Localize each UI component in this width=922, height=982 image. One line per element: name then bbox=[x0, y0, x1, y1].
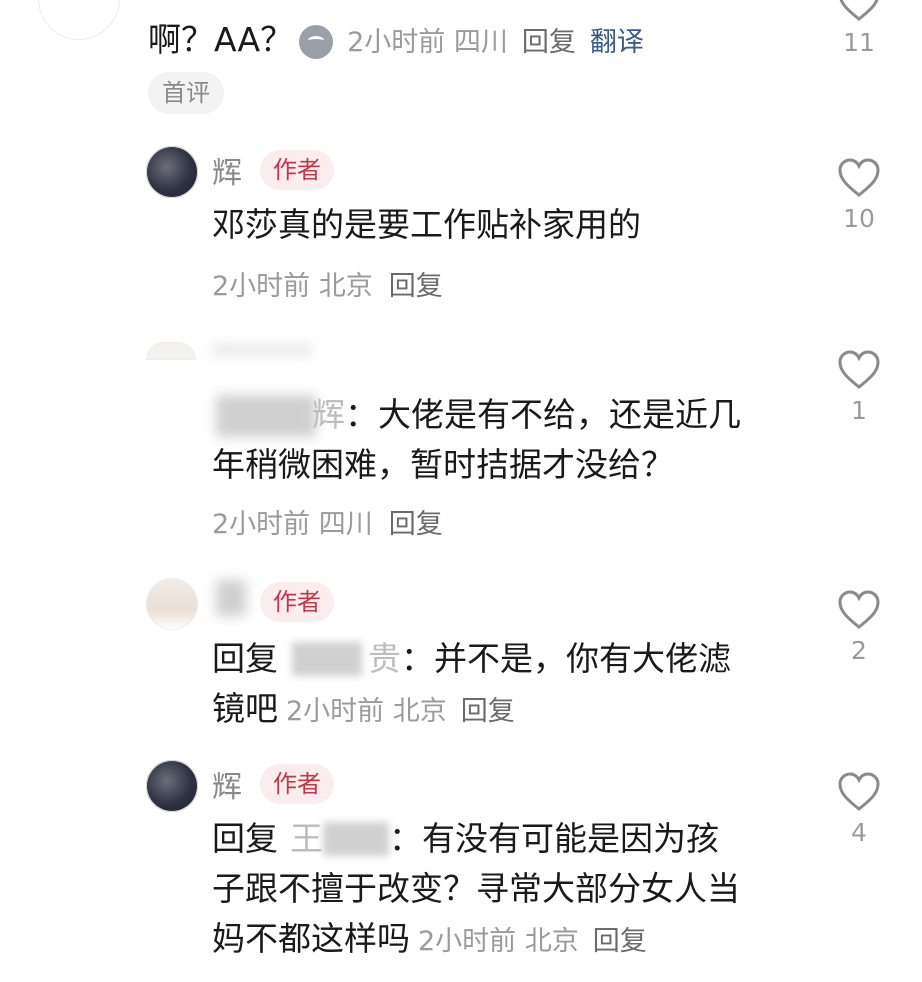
comment-text: 啊？AA？ bbox=[148, 20, 294, 59]
commenter-avatar[interactable] bbox=[38, 0, 120, 40]
heart-icon bbox=[839, 0, 879, 21]
like-button[interactable]: 2 bbox=[834, 590, 884, 665]
comment-meta: 2小时前 北京 回复 bbox=[286, 696, 515, 727]
heart-icon bbox=[838, 772, 880, 811]
heart-icon bbox=[838, 350, 880, 389]
comment-text-line: 妈不都这样吗 bbox=[212, 919, 410, 958]
like-button[interactable]: 10 bbox=[834, 158, 884, 233]
comment-text: 邓莎真的是要工作贴补家用的 bbox=[212, 205, 641, 244]
like-button[interactable]: 4 bbox=[834, 772, 884, 847]
comment-location: 北京 bbox=[392, 696, 447, 727]
reply-button[interactable]: 回复 bbox=[389, 509, 443, 540]
author-badge: 作者 bbox=[260, 764, 334, 804]
reply-button[interactable]: 回复 bbox=[389, 271, 443, 302]
comment-time: 2小时前 bbox=[418, 926, 517, 957]
comment-text-line: ：并不是，你有大佬滤 bbox=[401, 639, 731, 678]
author-avatar[interactable] bbox=[146, 760, 198, 812]
comment-meta: 2小时前 北京 回复 bbox=[418, 926, 647, 957]
comment-text-line: 年稍微困难，暂时拮据才没给？ bbox=[212, 445, 674, 484]
reply-button[interactable]: 回复 bbox=[593, 926, 647, 957]
reply-button[interactable]: 回复 bbox=[522, 27, 576, 58]
like-button[interactable]: 1 bbox=[834, 350, 884, 425]
heart-icon bbox=[838, 158, 880, 197]
blurred-author-name bbox=[216, 580, 246, 616]
comment-text: 妈不都这样吗 2小时前 北京 回复 bbox=[212, 914, 647, 967]
comment-text: 回复王 ：有没有可能是因为孩 bbox=[212, 814, 719, 864]
comment-location: 北京 bbox=[524, 926, 579, 957]
comment-location: 四川 bbox=[453, 27, 508, 58]
comment-meta: 2小时前 北京 回复 bbox=[212, 264, 443, 303]
comment-text: 回复 贵：并不是，你有大佬滤 bbox=[212, 634, 731, 684]
comment-time: 2小时前 bbox=[347, 27, 446, 58]
like-count: 10 bbox=[843, 204, 875, 233]
author-avatar[interactable] bbox=[146, 146, 198, 198]
comment-meta: 2小时前 四川 回复 bbox=[212, 502, 443, 541]
comment-text-line: 镜吧 bbox=[212, 689, 278, 728]
comment-time: 2小时前 bbox=[286, 696, 385, 727]
comment-text-line: ：有没有可能是因为孩 bbox=[389, 819, 719, 858]
author-avatar[interactable] bbox=[146, 578, 198, 630]
username-tail: 辉 bbox=[312, 395, 345, 434]
reply-prefix: 回复 bbox=[212, 819, 278, 858]
author-name[interactable]: 辉 bbox=[212, 148, 242, 192]
comment-location: 北京 bbox=[318, 271, 373, 302]
bottom-overlay bbox=[648, 928, 898, 964]
comment-text-line: 子跟不擅于改变？寻常大部分女人当 bbox=[212, 869, 740, 908]
commenter-avatar[interactable] bbox=[146, 342, 196, 360]
heart-icon bbox=[838, 590, 880, 629]
ghost-emoji-icon bbox=[299, 24, 334, 59]
author-name[interactable]: 辉 bbox=[212, 762, 242, 806]
reply-target-tail: 贵 bbox=[368, 639, 401, 678]
comment-body: 啊？AA？ 2小时前 四川 回复 翻译 bbox=[148, 18, 644, 65]
translate-button[interactable]: 翻译 bbox=[590, 27, 644, 58]
comment-location: 四川 bbox=[318, 509, 373, 540]
comment-time: 2小时前 bbox=[212, 271, 311, 302]
comment-meta: 2小时前 四川 回复 翻译 bbox=[347, 27, 644, 58]
reply-target-head: 王 bbox=[290, 819, 323, 858]
author-badge: 作者 bbox=[260, 582, 334, 622]
comment-text-line: ：大佬是有不给，还是近几 bbox=[345, 395, 741, 434]
like-count: 4 bbox=[851, 818, 867, 847]
comment-time: 2小时前 bbox=[212, 509, 311, 540]
first-comment-tag: 首评 bbox=[148, 72, 224, 114]
reply-prefix: 回复 bbox=[212, 639, 278, 678]
like-count: 1 bbox=[851, 396, 867, 425]
like-button[interactable]: 11 bbox=[834, 0, 884, 57]
like-count: 11 bbox=[843, 28, 875, 57]
comment-text: 辉：大佬是有不给，还是近几 bbox=[212, 390, 741, 440]
reply-button[interactable]: 回复 bbox=[461, 696, 515, 727]
comment-text: 镜吧 2小时前 北京 回复 bbox=[212, 684, 515, 737]
blurred-name bbox=[212, 344, 312, 356]
author-badge: 作者 bbox=[260, 150, 334, 190]
like-count: 2 bbox=[851, 636, 867, 665]
